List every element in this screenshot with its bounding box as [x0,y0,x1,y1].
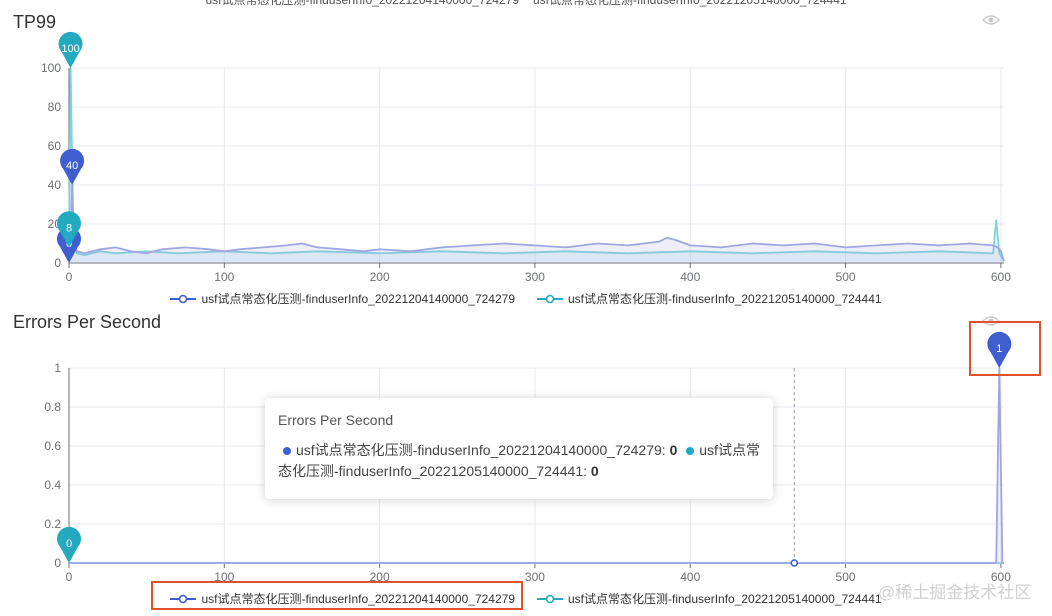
x-tick-label: 100 [214,270,234,284]
x-tick-label: 0 [66,270,73,284]
x-tick-label: 500 [836,570,856,584]
y-tick-label: 60 [48,139,62,153]
y-tick-label: 0.8 [44,400,61,414]
y-tick-label: 0.6 [44,439,61,453]
tooltip-body: usf试点常态化压测-finduserInfo_20221204140000_7… [278,442,760,479]
y-tick-label: 40 [48,178,62,192]
tooltip-series-name: usf试点常态化压测-finduserInfo_20221204140000_7… [296,442,662,458]
y-tick-label: 0.4 [44,478,61,492]
x-tick-label: 200 [370,270,390,284]
watermark: @稀土掘金技术社区 [878,583,1032,602]
hover-point [790,559,799,567]
marker-pin: 40 [60,148,85,185]
y-tick-label: 0 [54,556,61,570]
highlight-box-legend [151,581,523,610]
series-dot [283,446,291,455]
tooltip: Errors Per Second usf试点常态化压测-finduserInf… [265,398,773,499]
series-dot [686,446,695,455]
legend-line-icon [537,594,563,603]
series-line [68,67,1005,262]
marker-label: 40 [66,160,78,172]
x-tick-label: 400 [680,270,700,284]
x-tick-label: 500 [836,270,856,284]
legend-item-series-2[interactable]: usf试点常态化压测-finduserInfo_20221205140000_7… [533,588,886,609]
tooltip-title: Errors Per Second [278,412,394,428]
y-tick-label: 80 [48,100,62,114]
legend-label: usf试点常态化压测-finduserInfo_20221205140000_7… [568,592,882,606]
series-area [69,68,1004,263]
highlight-box-peak [969,321,1041,376]
marker-label: 0 [66,538,72,550]
x-tick-label: 400 [680,570,700,584]
x-tick-label: 300 [525,270,545,284]
tp99-chart: 02040608010001002003004005006004001008 [41,31,1011,284]
x-tick-label: 600 [991,270,1011,284]
x-tick-label: 0 [66,570,73,584]
tooltip-series-value: 0 [590,463,599,479]
y-tick-label: 0.2 [44,517,61,531]
y-tick-label: 0 [54,256,61,270]
marker-pin: 100 [58,31,83,68]
tooltip-series-value: 0 [669,442,678,458]
marker-label: 8 [66,223,72,235]
y-tick-label: 100 [41,61,61,75]
y-tick-label: 1 [54,361,61,375]
x-tick-label: 300 [525,570,545,584]
marker-label: 100 [61,43,79,55]
